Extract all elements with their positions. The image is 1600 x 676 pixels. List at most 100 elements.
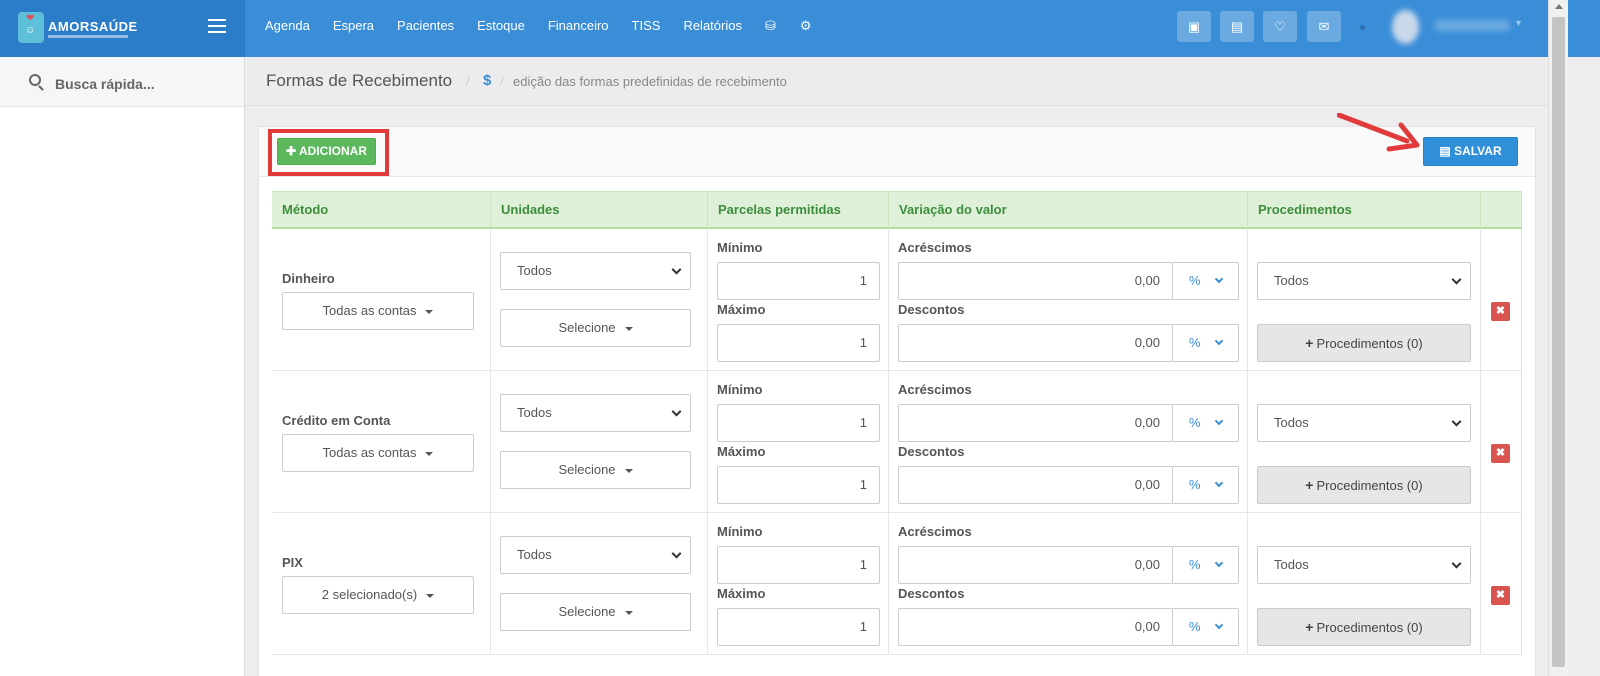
discount-unit-dropdown[interactable]: %	[1173, 608, 1239, 646]
panel-toolbar: ✚ ADICIONAR ▤ SALVAR	[259, 113, 1535, 177]
delete-row-button[interactable]: ✖	[1491, 302, 1510, 321]
caret-down-icon	[624, 468, 633, 473]
units-value: Todos	[517, 405, 552, 420]
units-multiselect[interactable]: Selecione	[500, 593, 691, 631]
column-header: Unidades	[491, 192, 708, 228]
sidebar: Busca rápida...	[0, 57, 245, 676]
gear-icon[interactable]: ⚙	[800, 18, 812, 34]
brand-area: ❤ ☺ AMORSAÚDE	[0, 0, 245, 57]
max-installments-input[interactable]: 1	[717, 466, 880, 504]
nav-espera[interactable]: Espera	[333, 18, 374, 34]
min-installments-input[interactable]: 1	[717, 262, 880, 300]
method-cell: Dinheiro Todas as contas	[272, 229, 491, 371]
scroll-up-icon[interactable]	[1555, 4, 1563, 9]
method-cell: PIX 2 selecionado(s)	[272, 513, 491, 655]
page-header: Formas de Recebimento / $ / edição das f…	[245, 57, 1548, 106]
quick-search[interactable]: Busca rápida...	[0, 57, 244, 107]
chevron-down-icon	[1451, 558, 1462, 569]
column-header	[1481, 192, 1522, 228]
breadcrumb-separator: /	[500, 74, 504, 89]
bell-icon[interactable]: ♡	[1263, 11, 1297, 42]
add-procedures-button[interactable]: + Procedimentos (0)	[1257, 466, 1471, 504]
percent-label: %	[1189, 557, 1201, 572]
units-select[interactable]: Todos	[500, 252, 691, 290]
units-multiselect[interactable]: Selecione	[500, 309, 691, 347]
surcharge-input[interactable]: 0,00	[898, 404, 1173, 442]
discount-unit-dropdown[interactable]: %	[1173, 466, 1239, 504]
procedures-button-label: Procedimentos (0)	[1316, 336, 1423, 351]
units-cell: Todos Selecione	[491, 371, 708, 513]
plus-icon: ✚	[286, 144, 297, 158]
scrollbar[interactable]	[1548, 0, 1568, 676]
chevron-down-icon	[1214, 336, 1224, 346]
chevron-down-icon	[1214, 558, 1224, 568]
accounts-dropdown[interactable]: Todas as contas	[282, 434, 474, 472]
nav-relatorios[interactable]: Relatórios	[683, 18, 742, 34]
min-installments-input[interactable]: 1	[717, 404, 880, 442]
max-installments-input[interactable]: 1	[717, 324, 880, 362]
add-procedures-button[interactable]: + Procedimentos (0)	[1257, 324, 1471, 362]
discount-label: Descontos	[898, 586, 965, 601]
chat-icon[interactable]: ✉	[1307, 11, 1341, 42]
accounts-value: 2 selecionado(s)	[321, 587, 418, 602]
add-button[interactable]: ✚ ADICIONAR	[277, 138, 376, 165]
accounts-value: Todas as contas	[322, 303, 417, 318]
units-multiselect[interactable]: Selecione	[500, 451, 691, 489]
surcharge-input[interactable]: 0,00	[898, 262, 1173, 300]
procedures-value: Todos	[1274, 415, 1309, 430]
top-bar: ❤ ☺ AMORSAÚDE Agenda Espera Pacientes Est…	[0, 0, 1600, 57]
percent-label: %	[1189, 619, 1201, 634]
method-cell: Crédito em Conta Todas as contas	[272, 371, 491, 513]
delete-row-button[interactable]: ✖	[1491, 586, 1510, 605]
units-select[interactable]: Todos	[500, 536, 691, 574]
search-icon	[29, 74, 41, 86]
surcharge-unit-dropdown[interactable]: %	[1173, 546, 1239, 584]
user-name[interactable]	[1435, 20, 1510, 31]
discount-unit-dropdown[interactable]: %	[1173, 324, 1239, 362]
status-dot	[1360, 25, 1365, 30]
discount-label: Descontos	[898, 302, 965, 317]
breadcrumb-separator: /	[466, 74, 470, 89]
column-header: Variação do valor	[889, 192, 1248, 228]
accounts-dropdown[interactable]: 2 selecionado(s)	[282, 576, 474, 614]
discount-input[interactable]: 0,00	[898, 466, 1173, 504]
add-procedures-button[interactable]: + Procedimentos (0)	[1257, 608, 1471, 646]
surcharge-input[interactable]: 0,00	[898, 546, 1173, 584]
page-title: Formas de Recebimento	[266, 71, 453, 90]
accounts-dropdown[interactable]: Todas as contas	[282, 292, 474, 330]
units-select[interactable]: Todos	[500, 394, 691, 432]
nav-estoque[interactable]: Estoque	[477, 18, 525, 34]
chevron-down-icon[interactable]: ▼	[1514, 18, 1523, 28]
max-installments-input[interactable]: 1	[717, 608, 880, 646]
quick-search-label: Busca rápida...	[55, 76, 155, 92]
card-icon[interactable]: ▤	[1220, 11, 1254, 42]
table-body: Dinheiro Todas as contas Todos Selecione…	[272, 229, 1522, 655]
procedures-select[interactable]: Todos	[1257, 404, 1471, 442]
procedures-value: Todos	[1274, 557, 1309, 572]
installments-cell: Mínimo 1 Máximo 1	[708, 513, 889, 655]
min-installments-input[interactable]: 1	[717, 546, 880, 584]
surcharge-unit-dropdown[interactable]: %	[1173, 262, 1239, 300]
table-row: Dinheiro Todas as contas Todos Selecione…	[272, 229, 1522, 371]
inbox-icon[interactable]: ▣	[1177, 11, 1211, 42]
nav-pacientes[interactable]: Pacientes	[397, 18, 454, 34]
nav-agenda[interactable]: Agenda	[265, 18, 310, 34]
installments-cell: Mínimo 1 Máximo 1	[708, 371, 889, 513]
save-button[interactable]: ▤ SALVAR	[1423, 137, 1518, 166]
content-panel: ✚ ADICIONAR ▤ SALVAR Método Unidades Par…	[258, 113, 1536, 676]
nav-financeiro[interactable]: Financeiro	[548, 18, 609, 34]
min-label: Mínimo	[717, 524, 763, 539]
procedures-select[interactable]: Todos	[1257, 546, 1471, 584]
avatar[interactable]	[1392, 10, 1419, 44]
scrollbar-thumb[interactable]	[1552, 17, 1565, 667]
discount-input[interactable]: 0,00	[898, 324, 1173, 362]
discount-input[interactable]: 0,00	[898, 608, 1173, 646]
hamburger-menu-icon[interactable]	[208, 19, 226, 33]
surcharge-unit-dropdown[interactable]: %	[1173, 404, 1239, 442]
database-icon[interactable]: ⛁	[765, 18, 776, 34]
payment-methods-table: Método Unidades Parcelas permitidas Vari…	[272, 191, 1522, 655]
procedures-select[interactable]: Todos	[1257, 262, 1471, 300]
delete-row-button[interactable]: ✖	[1491, 444, 1510, 463]
nav-tiss[interactable]: TISS	[632, 18, 661, 34]
units-select-label: Selecione	[558, 462, 616, 477]
